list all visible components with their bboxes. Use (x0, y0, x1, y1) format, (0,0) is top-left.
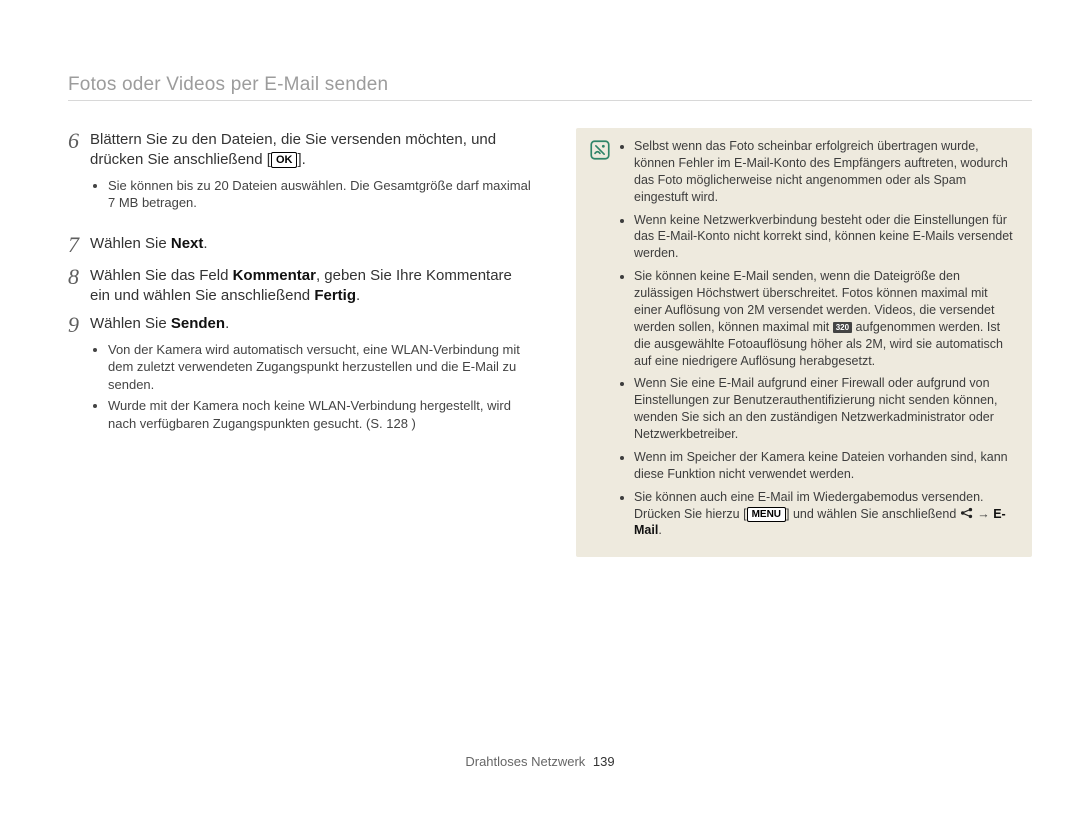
note-item: Sie können keine E-Mail senden, wenn die… (634, 268, 1018, 369)
step-9: 9 Wählen Sie Senden. Von der Kamera wird… (68, 312, 536, 446)
share-icon (960, 507, 974, 519)
left-column: 6 Blättern Sie zu den Dateien, die Sie v… (68, 128, 536, 557)
step-number: 8 (68, 264, 90, 307)
step-7: 7 Wählen Sie Next. (68, 232, 536, 258)
page: Fotos oder Videos per E-Mail senden 6 Bl… (0, 0, 1080, 815)
bullet: Wurde mit der Kamera noch keine WLAN-Ver… (108, 397, 536, 432)
step-8: 8 Wählen Sie das Feld Kommentar, geben S… (68, 264, 536, 307)
info-icon (590, 140, 610, 160)
page-title: Fotos oder Videos per E-Mail senden (68, 72, 388, 98)
step-sub-bullets: Sie können bis zu 20 Dateien auswählen. … (90, 177, 536, 212)
header-rule (68, 100, 1032, 101)
footer-section: Drahtloses Netzwerk (465, 754, 585, 769)
note-list: Selbst wenn das Foto scheinbar erfolgrei… (620, 138, 1018, 545)
note-text: . (658, 523, 661, 537)
content-columns: 6 Blättern Sie zu den Dateien, die Sie v… (68, 128, 1032, 557)
step-6: 6 Blättern Sie zu den Dateien, die Sie v… (68, 128, 536, 226)
step-bold: Next (171, 235, 204, 252)
step-bold: Senden (171, 315, 225, 332)
note-item: Wenn im Speicher der Kamera keine Dateie… (634, 449, 1018, 483)
page-footer: Drahtloses Netzwerk 139 (0, 753, 1080, 771)
step-text: ]. (297, 151, 305, 168)
step-body: Wählen Sie Senden. Von der Kamera wird a… (90, 312, 536, 446)
note-text: → (974, 507, 993, 521)
menu-icon: MENU (747, 507, 786, 522)
note-item: Selbst wenn das Foto scheinbar erfolgrei… (634, 138, 1018, 206)
step-text: . (225, 315, 229, 332)
step-text: Wählen Sie (90, 315, 171, 332)
note-item: Wenn keine Netzwerkverbindung besteht od… (634, 212, 1018, 263)
note-text: ] und wählen Sie anschließend (786, 507, 960, 521)
step-text: Wählen Sie (90, 235, 171, 252)
bullet: Sie können bis zu 20 Dateien auswählen. … (108, 177, 536, 212)
step-sub-bullets: Von der Kamera wird automatisch versucht… (90, 341, 536, 433)
footer-page-number: 139 (593, 754, 615, 769)
step-number: 7 (68, 232, 90, 258)
note-item: Wenn Sie eine E-Mail aufgrund einer Fire… (634, 375, 1018, 443)
step-body: Blättern Sie zu den Dateien, die Sie ver… (90, 128, 536, 226)
step-bold: Kommentar (233, 267, 316, 284)
step-text: . (203, 235, 207, 252)
bullet: Von der Kamera wird automatisch versucht… (108, 341, 536, 394)
resolution-icon: 320 (833, 322, 852, 333)
note-box: Selbst wenn das Foto scheinbar erfolgrei… (576, 128, 1032, 557)
note-item: Sie können auch eine E-Mail im Wiedergab… (634, 489, 1018, 540)
step-number: 9 (68, 312, 90, 446)
step-text: Wählen Sie das Feld (90, 267, 233, 284)
step-bold: Fertig (314, 287, 356, 304)
step-body: Wählen Sie Next. (90, 232, 536, 258)
step-text: . (356, 287, 360, 304)
step-body: Wählen Sie das Feld Kommentar, geben Sie… (90, 264, 536, 307)
ok-icon: OK (271, 152, 298, 168)
step-number: 6 (68, 128, 90, 226)
